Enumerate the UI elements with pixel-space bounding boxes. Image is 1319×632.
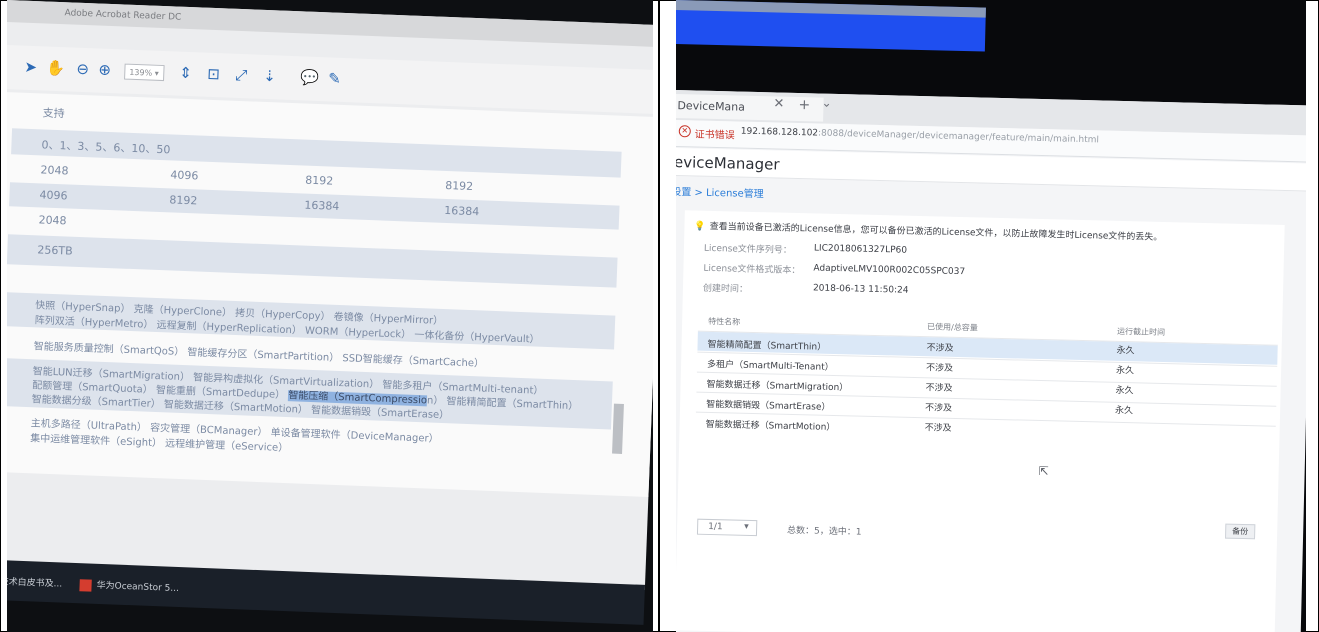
pdf-page: 支持 0、1、3、5、6、10、50 2048 4096 8192 8192 4… [7,91,653,497]
chevron-down-icon: ▾ [744,521,749,532]
license-serial-label: License文件序列号： [703,243,792,256]
table-cell[interactable]: 不涉及 [926,340,953,354]
app-title-text: eviceManager [676,153,780,174]
scroll-mode-icon[interactable]: ⇣ [263,67,276,85]
close-tab-icon[interactable]: ✕ [773,96,784,111]
taskbar-item[interactable]: 为技术白皮书及... [7,574,63,590]
window-title: Adobe Acrobat Reader DC [64,8,182,23]
taskbar-item-pdf[interactable]: 华为OceanStor 5... [79,577,179,594]
cell: 8192 [305,173,334,188]
acrobat-window: Adobe Acrobat Reader DC ➤ ✋ ⊖ ⊕ 139% ▾ ⇕… [7,0,653,625]
cell: 2048 [40,163,69,178]
fullscreen-icon[interactable]: ⤢ [235,66,248,84]
url-host: 192.168.128.102 [740,126,819,139]
zoom-level-select[interactable]: 139% ▾ [124,63,165,82]
table-cell[interactable]: 不涉及 [925,380,952,394]
url-path: :8088/deviceManager/devicemanager/featur… [817,128,1100,146]
tab-title: DeviceMana [677,99,746,114]
select-tool-icon[interactable]: ➤ [24,58,37,76]
url-text[interactable]: 192.168.128.102:8088/deviceManager/devic… [741,127,1099,146]
comment-icon[interactable]: 💬 [300,68,319,87]
table-cell[interactable]: 永久 [1115,383,1133,396]
acrobat-photo: Adobe Acrobat Reader DC ➤ ✋ ⊖ ⊕ 139% ▾ ⇕… [7,0,653,632]
cell: 4096 [39,188,68,203]
breadcrumb-text[interactable]: 设置 > License管理 [676,187,764,200]
browser-window: DeviceMana ✕ + ⌄ ✕ 证书错误 192.168.128.102:… [676,89,1306,632]
tab-menu-chevron-icon[interactable]: ⌄ [821,96,831,110]
created-time-label: 创建时间： [702,283,749,295]
table-cell[interactable]: 多租户（SmartMulti-Tenant） [707,357,834,373]
table-cell[interactable]: 永久 [1116,363,1134,376]
table-cell[interactable]: 不涉及 [926,360,953,374]
table-cell[interactable]: 智能数据销毁（SmartErase） [706,397,831,413]
acrobat-titlebar: Adobe Acrobat Reader DC [7,0,653,48]
fit-width-icon[interactable]: ⇕ [179,64,192,82]
cell: 0、1、3、5、6、10、50 [41,138,171,157]
cell: 16384 [304,198,340,213]
info-tip: 💡 查看当前设备已激活的License信息，您可以备份已激活的License文件，… [694,219,1162,243]
cell: 8192 [444,178,474,194]
lightbulb-icon: 💡 [694,221,706,232]
table-cell[interactable]: 不涉及 [925,400,952,414]
table-cell[interactable]: 智能数据迁移（SmartMigration） [706,377,848,393]
zoom-in-icon[interactable]: ⊕ [98,61,111,79]
table-cell[interactable]: 永久 [1115,403,1133,416]
license-version-label: License文件格式版本： [703,263,801,277]
pdf-file-icon [79,578,92,592]
cert-error-label[interactable]: 证书错误 [695,126,735,141]
cell: 256TB [37,243,73,258]
table-cell[interactable]: 不涉及 [924,420,951,434]
devicemanager-screen: DeviceMana ✕ + ⌄ ✕ 证书错误 192.168.128.102:… [676,0,1306,632]
license-panel: 💡 查看当前设备已激活的License信息，您可以备份已激活的License文件，… [676,210,1285,632]
zoom-out-icon[interactable]: ⊖ [76,60,89,78]
taskbar: 为技术白皮书及... 华为OceanStor 5... [7,559,646,625]
info-tip-text: 查看当前设备已激活的License信息，您可以备份已激活的License文件，以… [709,221,1163,243]
pen-icon[interactable]: ✎ [328,69,341,87]
table-cell[interactable]: 永久 [1116,343,1134,356]
table-cell[interactable]: 智能数据迁移（SmartMotion） [706,417,836,433]
fit-page-icon[interactable]: ⊡ [207,65,220,83]
cell: 8192 [169,193,198,208]
devicemanager-photo: DeviceMana ✕ + ⌄ ✕ 证书错误 192.168.128.102:… [676,0,1306,632]
cert-error-icon[interactable]: ✕ [678,125,691,138]
breadcrumb[interactable]: 设置 > License管理 [676,183,764,200]
cell: 2048 [38,213,67,228]
column-header[interactable]: 特性名称 [708,316,740,328]
column-header[interactable]: 已使用/总容量 [927,321,978,333]
cell: 16384 [443,203,480,219]
cell: 支持 [42,106,65,121]
hand-tool-icon[interactable]: ✋ [46,59,65,78]
pager-summary: 总数：5，选中：1 [786,525,862,538]
page-select[interactable]: 1/1 ▾ [696,518,758,537]
zoom-level-value: 139% [129,67,153,78]
cell: 4096 [170,168,199,183]
page-number: 1/1 [708,521,723,533]
mouse-cursor-icon: ⇱ [1038,464,1049,479]
column-header[interactable]: 运行截止时间 [1117,326,1165,338]
license-serial-value: LIC20180613​27LP60 [813,243,908,256]
scrollbar-thumb[interactable] [612,403,624,454]
new-tab-icon[interactable]: + [798,97,810,113]
taskbar-item-label: 华为OceanStor 5... [96,580,180,595]
created-time-value: 2018-06-13 11:50:24 [812,283,909,296]
backup-button[interactable]: 备份 [1225,523,1256,540]
license-version-value: AdaptiveLMV100R002C05SPC037 [813,263,966,278]
